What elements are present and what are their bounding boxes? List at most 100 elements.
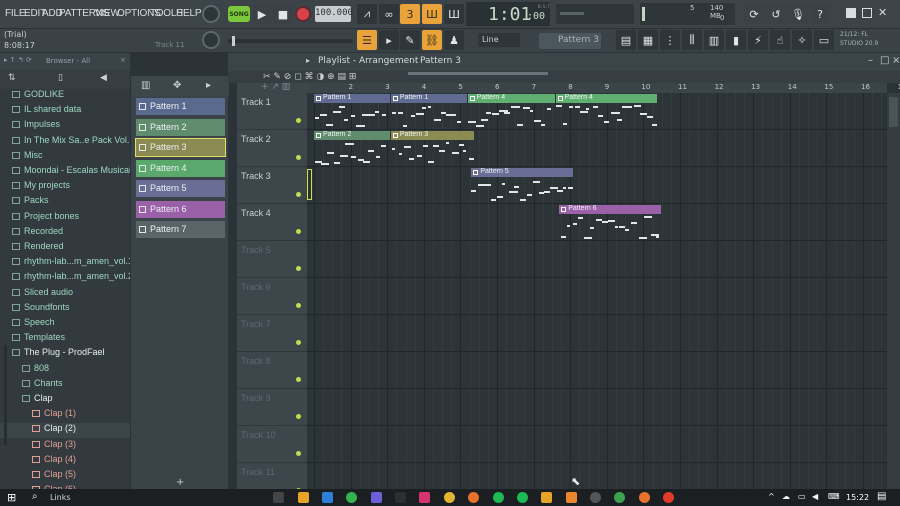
pattern-clip[interactable]: Pattern 4 (555, 94, 658, 131)
browser-item[interactable]: Packs (0, 195, 130, 210)
overview-scroll[interactable] (408, 72, 548, 75)
windows-start-icon[interactable]: ⊞ (7, 491, 16, 504)
network-icon[interactable]: ▭ (798, 492, 806, 501)
browser-close-icon[interactable]: × (120, 56, 126, 64)
language-icon[interactable]: ⌨ (828, 492, 840, 501)
mixer-button[interactable]: ⫼ (682, 30, 702, 50)
mic-button[interactable]: 🎙 (788, 4, 808, 24)
playlist-grid[interactable]: Pattern 1 Pattern 1 Pattern 4 Pattern 4 Patt… (307, 93, 887, 489)
track-mute-led[interactable] (296, 229, 301, 234)
close-button[interactable]: ✕ (878, 6, 887, 19)
file-explorer-icon[interactable] (298, 492, 309, 503)
track-mute-led[interactable] (296, 377, 301, 382)
metronome-button[interactable]: ⩘ (357, 4, 377, 24)
browser-item[interactable]: Chants (0, 378, 130, 393)
plugin-button[interactable]: ▮ (726, 30, 746, 50)
pattern-item[interactable]: Pattern 1 (136, 98, 225, 115)
browser-button[interactable]: ▥ (704, 30, 724, 50)
pattern-clip[interactable]: Pattern 1 (390, 94, 467, 131)
track-mute-led[interactable] (296, 340, 301, 345)
browser-item[interactable]: The Plug - ProdFael (0, 347, 130, 362)
track-header[interactable]: Track 7 (237, 315, 307, 352)
add-pattern-icon[interactable]: + (176, 477, 184, 488)
browser-item[interactable]: Clap (5) (0, 469, 130, 484)
browser-item[interactable]: Recorded (0, 226, 130, 241)
playlist-minimize-icon[interactable]: – (868, 55, 873, 66)
fl-studio-icon[interactable] (566, 492, 577, 503)
track-mute-led[interactable] (296, 192, 301, 197)
master-pitch-knob[interactable] (202, 31, 220, 49)
track-header[interactable]: Track 9 (237, 389, 307, 426)
wait-record-button[interactable]: ∞ (379, 4, 399, 24)
spotify-icon-2[interactable] (517, 492, 528, 503)
browser-item[interactable]: 808 (0, 363, 130, 378)
browser-item[interactable]: rhythm-lab...m_amen_vol.1 (0, 256, 130, 271)
track-header[interactable]: Track 5 (237, 241, 307, 278)
playlist-vertical-scrollbar[interactable] (887, 93, 900, 489)
browser-item[interactable]: Clap (0, 393, 130, 408)
online-button[interactable]: ↺ (766, 4, 786, 24)
track-header[interactable]: Track 4 (237, 204, 307, 241)
pattern-item[interactable]: Pattern 5 (136, 180, 225, 197)
piano-roll-button[interactable]: ▦ (638, 30, 658, 50)
pattern-item[interactable]: Pattern 4 (136, 159, 225, 177)
browser-item[interactable]: Templates (0, 332, 130, 347)
menu-file[interactable]: FILE (5, 8, 26, 19)
countdown-button[interactable]: 3 (400, 4, 420, 24)
browser-tab-audio[interactable]: ◀ (100, 73, 107, 83)
snap-select[interactable]: Line (478, 33, 520, 47)
link-tool-button[interactable]: ⛓ (422, 30, 442, 50)
song-mode-toggle[interactable]: SONG (228, 6, 250, 22)
track-mute-led[interactable] (296, 303, 301, 308)
browser-arrow-icons[interactable]: ▸ ↑ ↰ ⟳ (4, 56, 32, 64)
browser-item[interactable]: Soundfonts (0, 302, 130, 317)
edge-icon[interactable] (322, 492, 333, 503)
chrome-icon-3[interactable] (663, 492, 674, 503)
browser-item[interactable]: Moondai - Escalas Musicais (0, 165, 130, 180)
discord-icon[interactable] (371, 492, 382, 503)
pattern-item[interactable]: Pattern 2 (136, 118, 225, 136)
tempo-tap-button[interactable]: ✧ (792, 30, 812, 50)
track-mute-led[interactable] (296, 414, 301, 419)
browser-tab-files[interactable]: ▯ (58, 73, 63, 83)
tempo-display[interactable]: 100.000 (315, 6, 353, 22)
browser-item[interactable]: My projects (0, 180, 130, 195)
pc-button[interactable]: ▭ (814, 30, 834, 50)
track-mute-led[interactable] (296, 451, 301, 456)
firefox-icon[interactable] (468, 492, 479, 503)
search-icon[interactable]: ⌕ (32, 491, 38, 502)
spotify-icon[interactable] (493, 492, 504, 503)
app-icon-1[interactable] (419, 492, 430, 503)
chrome-icon[interactable] (444, 492, 455, 503)
browser-tab-all[interactable]: ⇅ (8, 73, 16, 83)
channel-rack-button[interactable]: ⋮ (660, 30, 680, 50)
task-view-icon[interactable] (273, 492, 284, 503)
browser-item[interactable]: Speech (0, 317, 130, 332)
playlist-close-icon[interactable]: × (892, 55, 900, 66)
browser-item[interactable]: GODLIKE (0, 89, 130, 104)
browser-item[interactable]: In The Mix Sa..e Pack Vol. 1 (0, 135, 130, 150)
browser-item[interactable]: Clap (4) (0, 454, 130, 469)
browser-item[interactable]: Rendered (0, 241, 130, 256)
maximize-button[interactable] (862, 8, 872, 18)
track-mute-led[interactable] (296, 266, 301, 271)
pattern-clip[interactable]: Pattern 5 (471, 168, 573, 205)
pattern-clip[interactable]: Pattern 6 (559, 205, 661, 242)
picker-move-icon[interactable]: ✥ (173, 80, 181, 91)
browser-item[interactable]: Misc (0, 150, 130, 165)
volume-icon[interactable]: ◀ (812, 492, 818, 501)
record-button[interactable] (295, 6, 311, 22)
draw-tool-button[interactable]: ✎ (400, 30, 420, 50)
pattern-item[interactable]: Pattern 7 (136, 221, 225, 238)
browser-item[interactable]: rhythm-lab...m_amen_vol.2 (0, 271, 130, 286)
track-mute-led[interactable] (296, 155, 301, 160)
browser-item[interactable]: Clap (2) (0, 423, 130, 439)
cloud-icon[interactable]: ☁ (782, 492, 790, 501)
browser-item[interactable]: Clap (3) (0, 439, 130, 454)
refresh-button[interactable]: ⟳ (744, 4, 764, 24)
folder-icon[interactable] (541, 492, 552, 503)
audio-button[interactable]: ⚡ (748, 30, 768, 50)
browser-item[interactable]: Sliced audio (0, 287, 130, 302)
taskbar-search-text[interactable]: Links (50, 493, 71, 502)
browser-item[interactable]: IL shared data (0, 104, 130, 119)
